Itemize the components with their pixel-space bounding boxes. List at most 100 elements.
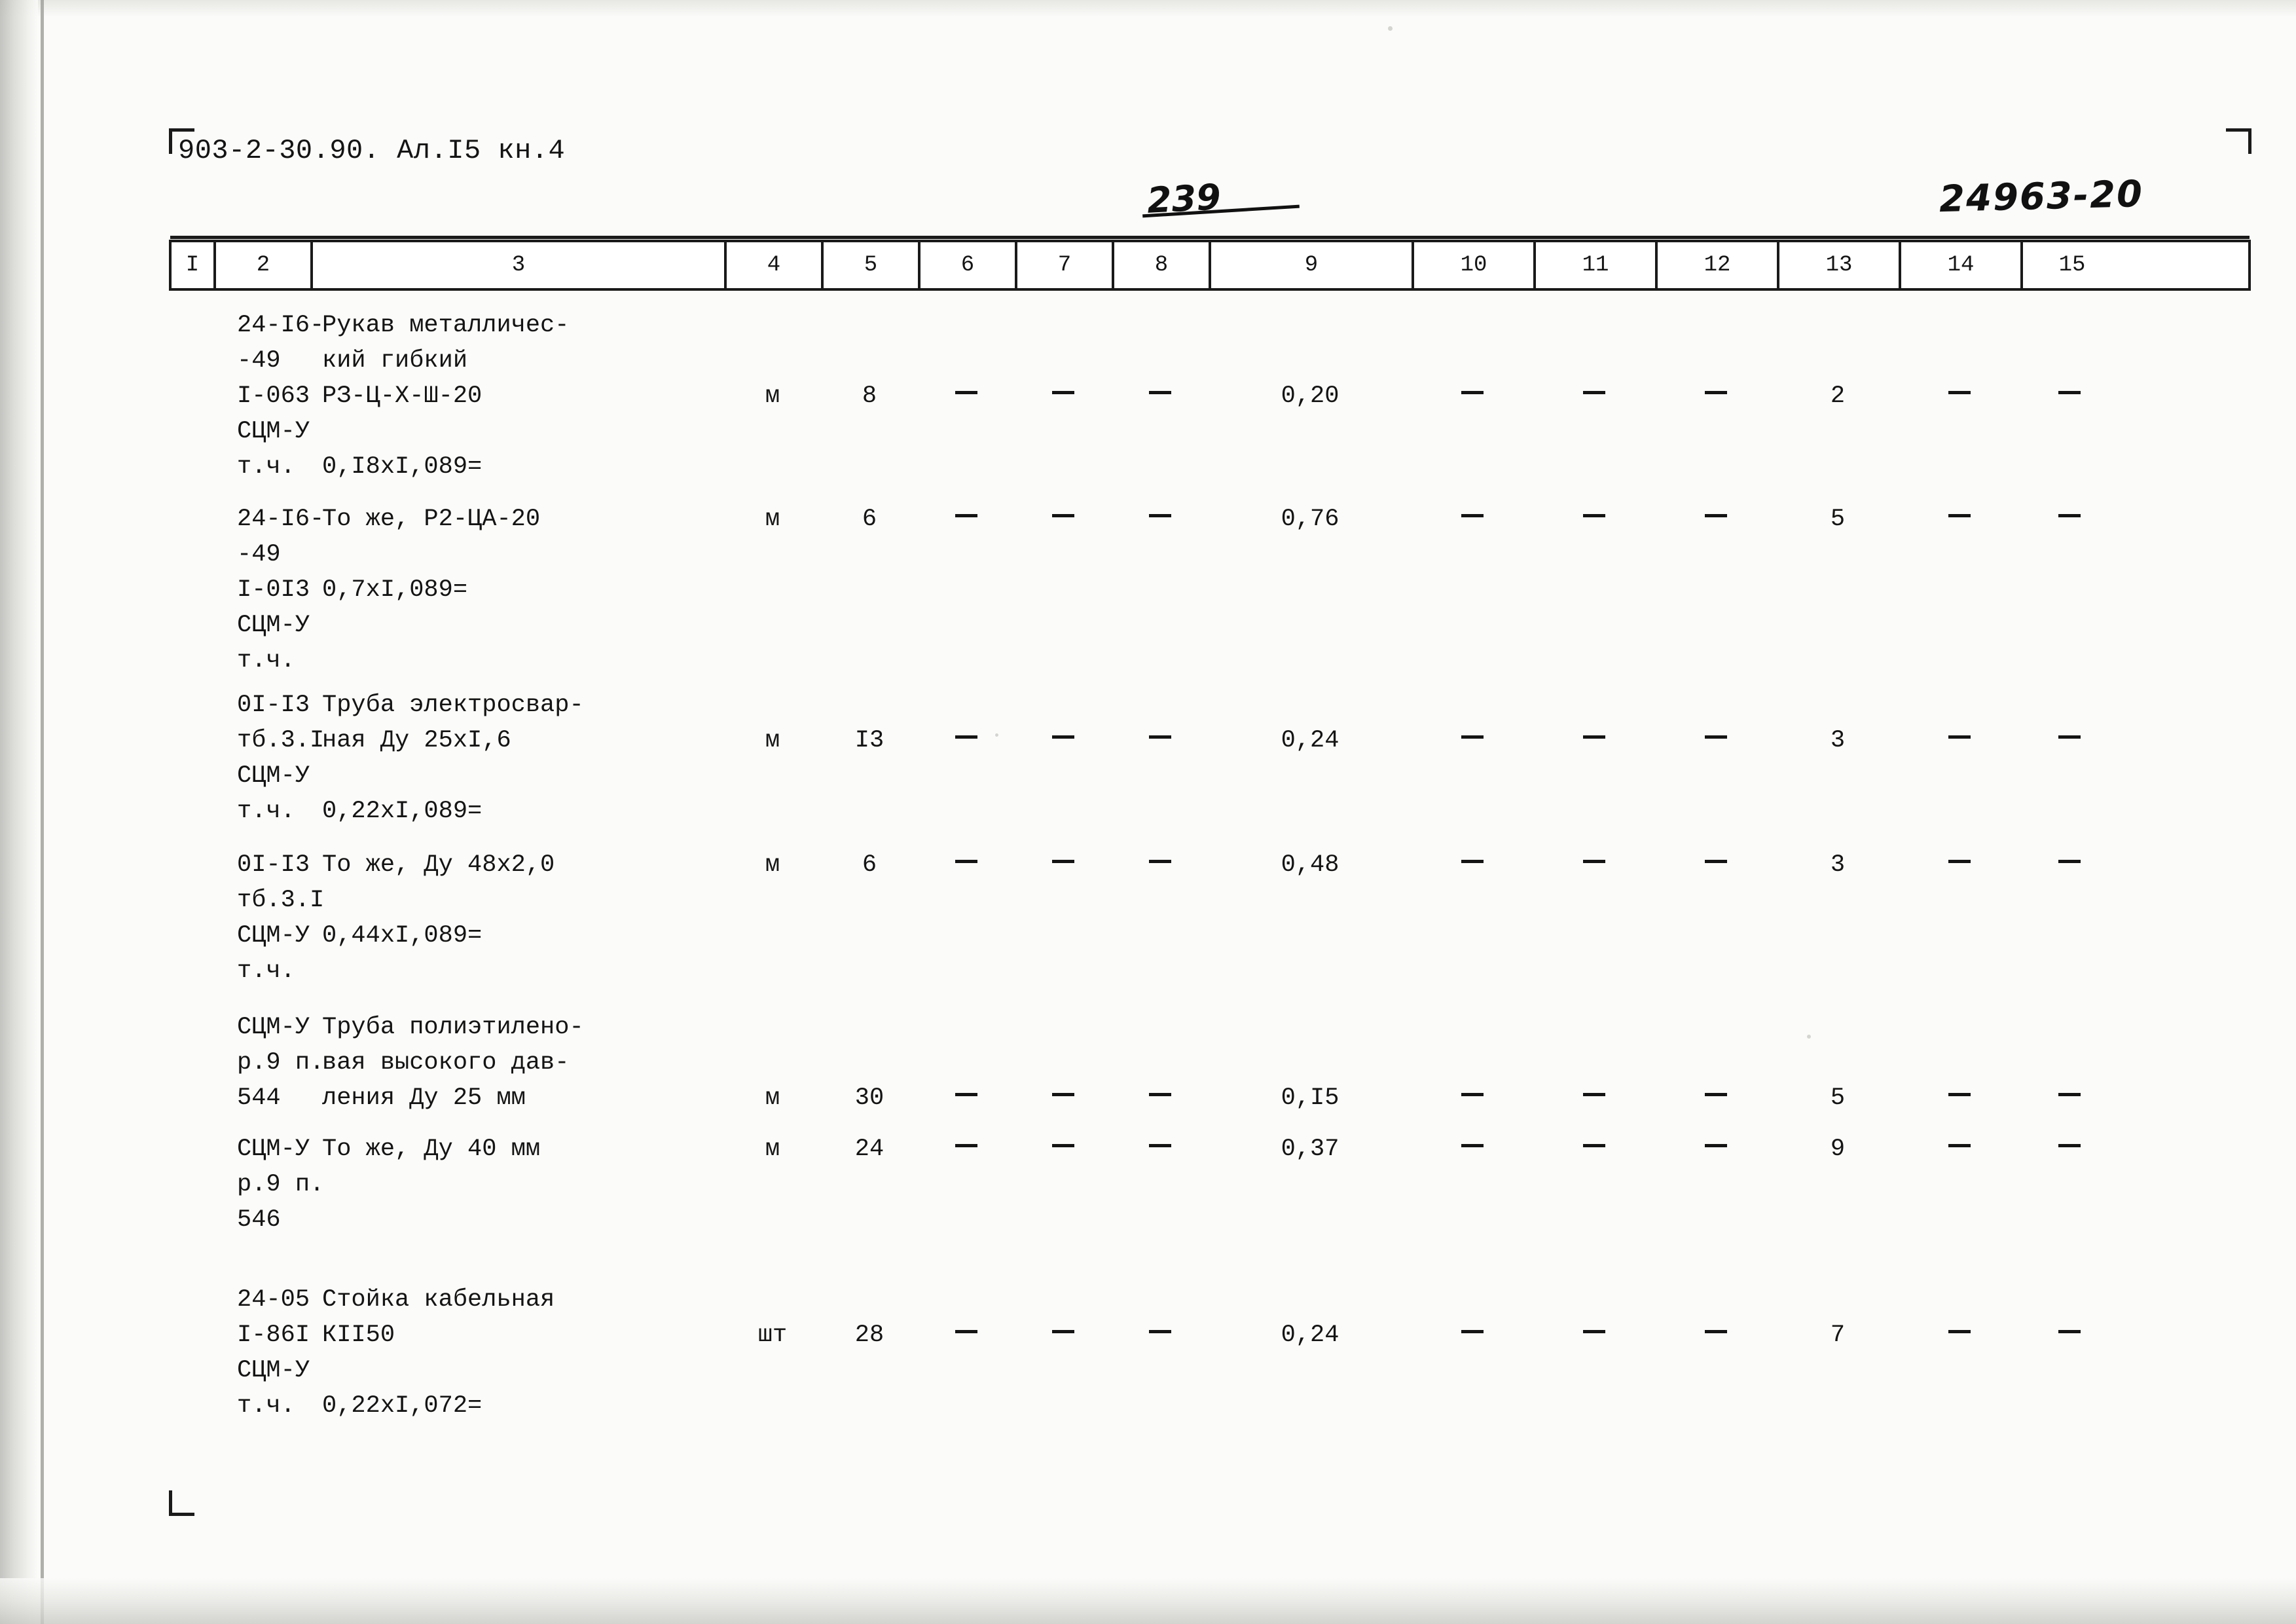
material-name-text: Стойка кабельная КII50 xyxy=(322,1286,555,1349)
empty-dash-mark xyxy=(955,860,977,863)
column-header-row: I 2 3 4 5 6 7 8 9 10 11 12 13 14 15 xyxy=(169,236,2251,291)
cell-col11 xyxy=(1533,847,1655,883)
empty-dash-mark xyxy=(2058,391,2081,394)
cell-material-name: Рукав металличес- кий гибкий РЗ-Ц-Х-Ш-20… xyxy=(310,308,724,485)
empty-dash-mark xyxy=(955,1330,977,1333)
scan-edge-left xyxy=(0,0,38,1624)
empty-dash-mark xyxy=(1461,1144,1484,1147)
cell-col13: 9 xyxy=(1830,1135,1846,1163)
empty-dash-mark xyxy=(1705,860,1727,863)
cell-col9: 0,24 xyxy=(1281,1321,1339,1349)
cell-col13: 5 xyxy=(1830,1084,1846,1112)
cell-col13: 3 xyxy=(1830,851,1846,879)
cell-unit: шт xyxy=(757,1321,788,1349)
cell-col11 xyxy=(1533,1010,1655,1116)
cell-position-code: 24-I6- -49 I-063 СЦМ-У т.ч. xyxy=(237,312,325,481)
cell-col15 xyxy=(2020,1132,2119,1167)
cell-material-name: Стойка кабельная КII50 0,22xI,072= xyxy=(310,1282,724,1424)
empty-dash-mark xyxy=(1705,391,1727,394)
cell-col6 xyxy=(918,688,1015,758)
cell-col8 xyxy=(1112,1282,1209,1353)
cell-col9: 0,37 xyxy=(1281,1135,1339,1163)
cell-col10 xyxy=(1412,1010,1533,1116)
column-header-I: I xyxy=(172,242,216,288)
cell-col10 xyxy=(1412,688,1533,758)
cell-col12 xyxy=(1655,1282,1777,1353)
cell-material-name: Труба электросвар- ная Ду 25xI,6 0,22xI,0… xyxy=(310,688,724,829)
cell-position-code: 0I-I3 тб.3.I СЦМ-У т.ч. xyxy=(237,851,325,985)
empty-dash-mark xyxy=(2058,735,2081,739)
empty-dash-mark xyxy=(1705,1330,1727,1333)
scan-edge-top xyxy=(0,0,2296,17)
empty-dash-mark xyxy=(1461,514,1484,517)
cell-col10 xyxy=(1412,847,1533,883)
cell-col13: 7 xyxy=(1830,1321,1846,1349)
cell-position-code: СЦМ-У р.9 п. 546 xyxy=(237,1135,325,1234)
cell-quantity: 24 xyxy=(854,1135,884,1163)
cell-col6 xyxy=(918,308,1015,414)
cell-unit: м xyxy=(765,382,780,410)
cell-quantity: I3 xyxy=(854,727,884,754)
cell-col13: 5 xyxy=(1830,506,1846,533)
column-header-13: 13 xyxy=(1779,242,1901,288)
empty-dash-mark xyxy=(1583,860,1605,863)
empty-dash-mark xyxy=(955,514,977,517)
cell-col14 xyxy=(1899,1282,2020,1353)
cell-col10 xyxy=(1412,1132,1533,1167)
cell-col7 xyxy=(1015,502,1112,537)
cell-col14 xyxy=(1899,847,2020,883)
cell-quantity: 8 xyxy=(862,382,877,410)
empty-dash-mark xyxy=(955,735,977,739)
empty-dash-mark xyxy=(1583,514,1605,517)
column-header-2: 2 xyxy=(216,242,313,288)
cell-col12 xyxy=(1655,308,1777,414)
empty-dash-mark xyxy=(1149,1144,1171,1147)
frame-corner-bottom-left xyxy=(169,1490,194,1516)
empty-dash-mark xyxy=(1149,391,1171,394)
cell-col14 xyxy=(1899,688,2020,758)
material-formula-text: 0,22xI,072= xyxy=(322,1392,483,1420)
table-row: 0I-I3 тб.3.I СЦМ-У т.ч. То же, Ду 48x2,0 0… xyxy=(169,847,2251,1010)
empty-dash-mark xyxy=(1705,735,1727,739)
column-header-8: 8 xyxy=(1114,242,1211,288)
cell-material-name: То же, Ду 40 мм xyxy=(310,1132,724,1167)
empty-dash-mark xyxy=(1052,735,1074,739)
material-name-text: Труба электросвар- ная Ду 25xI,6 xyxy=(322,692,584,754)
column-header-12: 12 xyxy=(1658,242,1779,288)
cell-quantity: 6 xyxy=(862,851,877,879)
empty-dash-mark xyxy=(1149,514,1171,517)
cell-col6 xyxy=(918,847,1015,883)
scan-edge-bottom xyxy=(0,1578,2296,1624)
cell-col11 xyxy=(1533,1132,1655,1167)
cell-col11 xyxy=(1533,308,1655,414)
column-header-5: 5 xyxy=(824,242,920,288)
cell-col8 xyxy=(1112,502,1209,537)
cell-col8 xyxy=(1112,1010,1209,1116)
empty-dash-mark xyxy=(1461,860,1484,863)
cell-position-code: 0I-I3 тб.3.I СЦМ-У т.ч. xyxy=(237,692,325,825)
empty-dash-mark xyxy=(1705,1093,1727,1096)
cell-col7 xyxy=(1015,688,1112,758)
material-name-text: Рукав металличес- кий гибкий РЗ-Ц-Х-Ш-20 xyxy=(322,312,570,410)
table-row: 24-I6- -49 I-0I3 СЦМ-У т.ч. То же, Р2-ЦА-… xyxy=(169,502,2251,688)
empty-dash-mark xyxy=(2058,514,2081,517)
empty-dash-mark xyxy=(2058,860,2081,863)
empty-dash-mark xyxy=(1948,391,1971,394)
column-header-11: 11 xyxy=(1536,242,1658,288)
cell-col9: 0,24 xyxy=(1281,727,1339,754)
cell-col8 xyxy=(1112,1132,1209,1167)
cell-col7 xyxy=(1015,1282,1112,1353)
cell-col12 xyxy=(1655,847,1777,883)
cell-position-code: 24-I6- -49 I-0I3 СЦМ-У т.ч. xyxy=(237,506,325,674)
table-row: 24-I6- -49 I-063 СЦМ-У т.ч. Рукав металли… xyxy=(169,308,2251,502)
empty-dash-mark xyxy=(955,391,977,394)
material-name-text: То же, Р2-ЦА-20 xyxy=(322,506,541,533)
empty-dash-mark xyxy=(1583,1093,1605,1096)
cell-col13: 3 xyxy=(1830,727,1846,754)
cell-quantity: 6 xyxy=(862,506,877,533)
material-formula-text: 0,44xI,089= xyxy=(322,922,483,950)
cell-col9: 0,20 xyxy=(1281,382,1339,410)
cell-unit: м xyxy=(765,1084,780,1112)
empty-dash-mark xyxy=(1705,514,1727,517)
cell-quantity: 30 xyxy=(854,1084,884,1112)
